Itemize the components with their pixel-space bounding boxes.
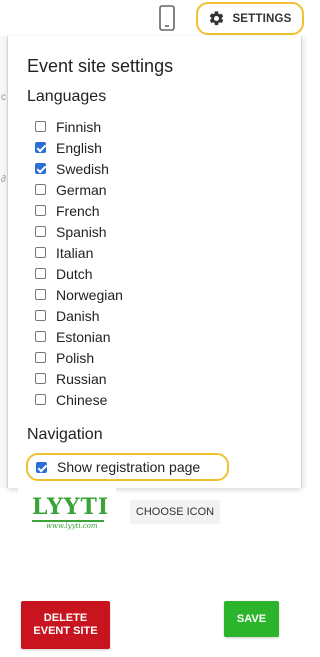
language-checkbox[interactable] bbox=[35, 352, 46, 363]
language-row[interactable]: German bbox=[35, 179, 123, 200]
delete-label-line1: DELETE bbox=[43, 612, 88, 624]
language-row[interactable]: Swedish bbox=[35, 158, 123, 179]
language-row[interactable]: Danish bbox=[35, 305, 123, 326]
language-label: English bbox=[56, 139, 102, 156]
language-row[interactable]: Finnish bbox=[35, 116, 123, 137]
show-registration-label: Show registration page bbox=[57, 459, 201, 475]
language-row[interactable]: Russian bbox=[35, 368, 123, 389]
language-label: Swedish bbox=[56, 160, 109, 177]
logo-text: LYYTI bbox=[32, 494, 110, 520]
delete-label-line2: EVENT SITE bbox=[33, 625, 98, 637]
delete-event-site-button[interactable]: DELETE EVENT SITE bbox=[21, 601, 110, 649]
language-row[interactable]: Polish bbox=[35, 347, 123, 368]
background-glyph: c bbox=[1, 92, 6, 103]
settings-button[interactable]: SETTINGS bbox=[196, 2, 304, 35]
show-registration-checkbox[interactable] bbox=[36, 461, 47, 473]
language-checkbox[interactable] bbox=[35, 394, 46, 405]
background-page-edge-right bbox=[301, 36, 307, 488]
language-label: Norwegian bbox=[56, 286, 123, 303]
gear-icon bbox=[210, 11, 224, 26]
language-checkbox[interactable] bbox=[35, 142, 46, 153]
choose-icon-button[interactable]: CHOOSE ICON bbox=[130, 500, 220, 524]
language-checkbox[interactable] bbox=[35, 331, 46, 342]
background-page-edge bbox=[0, 36, 8, 488]
language-checkbox[interactable] bbox=[35, 247, 46, 258]
language-row[interactable]: French bbox=[35, 200, 123, 221]
language-checkbox[interactable] bbox=[35, 289, 46, 300]
language-label: Danish bbox=[56, 307, 100, 324]
language-checkbox[interactable] bbox=[35, 373, 46, 384]
panel-title: Event site settings bbox=[27, 56, 174, 76]
language-label: German bbox=[56, 181, 107, 198]
navigation-heading: Navigation bbox=[27, 426, 103, 443]
settings-panel: Event site settings Languages Finnish Eng… bbox=[8, 36, 301, 488]
languages-heading: Languages bbox=[27, 88, 107, 105]
background-glyph: ∂ bbox=[1, 174, 6, 185]
language-row[interactable]: English bbox=[35, 137, 123, 158]
language-label: Estonian bbox=[56, 328, 111, 345]
language-row[interactable]: Estonian bbox=[35, 326, 123, 347]
language-label: Italian bbox=[56, 244, 94, 261]
language-row[interactable]: Spanish bbox=[35, 221, 123, 242]
language-label: Chinese bbox=[56, 391, 108, 408]
language-label: Russian bbox=[56, 370, 107, 387]
language-checkbox[interactable] bbox=[35, 184, 46, 195]
language-checkbox[interactable] bbox=[35, 310, 46, 321]
language-row[interactable]: Italian bbox=[35, 242, 123, 263]
language-checkbox[interactable] bbox=[35, 121, 46, 132]
language-label: French bbox=[56, 202, 100, 219]
language-checkbox[interactable] bbox=[35, 268, 46, 279]
logo-tagline: www.lyyti.com bbox=[46, 522, 98, 530]
language-label: Spanish bbox=[56, 223, 107, 240]
language-checkbox[interactable] bbox=[35, 226, 46, 237]
language-row[interactable]: Chinese bbox=[35, 389, 123, 410]
language-label: Polish bbox=[56, 349, 95, 366]
site-logo: LYYTI www.lyyti.com bbox=[18, 488, 116, 556]
show-registration-row[interactable]: Show registration page bbox=[26, 453, 229, 481]
language-label: Dutch bbox=[56, 265, 93, 282]
language-checkbox[interactable] bbox=[35, 163, 46, 174]
language-checkbox[interactable] bbox=[35, 205, 46, 216]
top-bar: SETTINGS bbox=[0, 0, 307, 36]
settings-label: SETTINGS bbox=[232, 12, 292, 25]
language-list: Finnish English Swedish German French Spanish… bbox=[35, 116, 123, 410]
language-row[interactable]: Norwegian bbox=[35, 284, 123, 305]
mobile-phone-icon[interactable] bbox=[158, 5, 176, 31]
language-label: Finnish bbox=[56, 118, 102, 135]
language-row[interactable]: Dutch bbox=[35, 263, 123, 284]
save-button[interactable]: SAVE bbox=[224, 601, 279, 637]
